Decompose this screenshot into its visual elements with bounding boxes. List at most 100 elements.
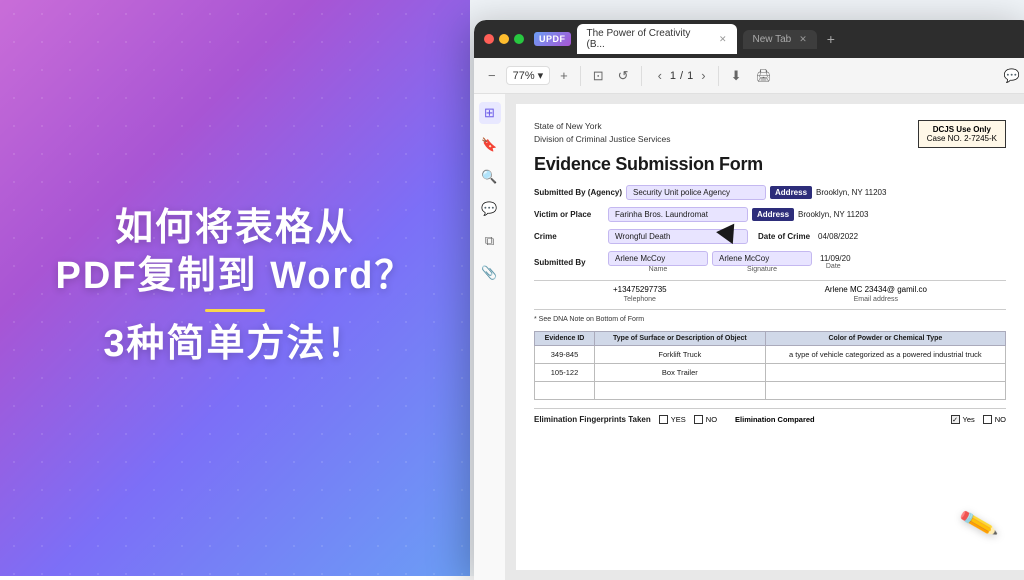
hero-divider: [205, 309, 265, 312]
separator-3: [718, 66, 719, 86]
org-line2: Division of Criminal Justice Services: [534, 133, 671, 146]
prev-page-btn[interactable]: ‹: [654, 66, 666, 85]
signature-value: Arlene McCoy: [712, 251, 812, 266]
form-row-submitted: Submitted By Arlene McCoy Name Arlene Mc…: [534, 251, 1006, 273]
date-submitted: 11/09/20: [820, 254, 851, 263]
page-total: 1: [687, 70, 693, 82]
dot-yellow[interactable]: [499, 34, 509, 44]
date-crime-value: 04/08/2022: [818, 232, 858, 241]
victim-label: Victim or Place: [534, 210, 604, 219]
sidebar-thumbnail-icon[interactable]: ⊞: [479, 102, 501, 124]
contact-row: +13475297735 Telephone Arlene MC 23434@ …: [534, 280, 1006, 310]
browser-tab-active[interactable]: The Power of Creativity (B... ✕: [577, 24, 737, 54]
form-row-victim: Victim or Place Farinha Bros. Laundromat…: [534, 207, 1006, 222]
dot-red[interactable]: [484, 34, 494, 44]
download-btn[interactable]: ⬇: [727, 66, 746, 86]
table-row-1: 349-845 Forklift Truck a type of vehicle…: [535, 346, 1006, 364]
row3-color: [765, 382, 1005, 400]
elim-compared-label: Elimination Compared: [735, 415, 942, 424]
email-group: Arlene MC 23434@ gamil.co Email address: [825, 285, 927, 303]
email-caption: Email address: [854, 296, 898, 303]
table-row-3: [535, 382, 1006, 400]
row2-color: [765, 364, 1005, 382]
address-label-2: Address: [752, 208, 794, 221]
col-header-desc: Type of Surface or Description of Object: [595, 332, 766, 346]
no2-cb[interactable]: [983, 415, 992, 424]
comment-btn[interactable]: 💬: [1000, 66, 1024, 86]
yes-checkbox: YES: [659, 415, 686, 424]
hero-line2: PDF复制到 Word？: [56, 252, 415, 301]
browser-window: UPDF The Power of Creativity (B... ✕ New…: [474, 20, 1024, 580]
zoom-out-btn[interactable]: −: [484, 66, 500, 85]
email-value: Arlene MC 23434@ gamil.co: [825, 285, 927, 294]
hero-line3: 3种简单方法！: [56, 320, 415, 369]
rotate-btn[interactable]: ↺: [614, 66, 633, 86]
name-group: Arlene McCoy Name: [608, 251, 708, 273]
zoom-control[interactable]: 77% ▾: [506, 66, 551, 85]
row2-desc: Box Trailer: [595, 364, 766, 382]
yes2-label: Yes: [963, 415, 975, 424]
updf-logo: UPDF: [534, 32, 571, 46]
separator-2: [641, 66, 642, 86]
browser-chrome: UPDF The Power of Creativity (B... ✕ New…: [474, 20, 1024, 58]
content-area: ⊞ 🔖 🔍 💬 ⧉ 📎 State of New York Div: [474, 94, 1024, 580]
form-row-agency: Submitted By (Agency) Security Unit poli…: [534, 185, 1006, 200]
date-crime-label: Date of Crime: [758, 232, 810, 241]
yes-label: YES: [671, 415, 686, 424]
row1-color: a type of vehicle categorized as a power…: [765, 346, 1005, 364]
browser-toolbar: − 77% ▾ + ⊡ ↺ ‹ 1 / 1 › ⬇ �: [474, 58, 1024, 94]
address-label-1: Address: [770, 186, 812, 199]
sidebar-bookmark-icon[interactable]: 🔖: [479, 134, 501, 156]
sidebar-search-icon[interactable]: 🔍: [479, 166, 501, 188]
dcjs-box: DCJS Use Only Case NO. 2-7245-K: [918, 120, 1006, 148]
no-label: NO: [706, 415, 717, 424]
name-value: Arlene McCoy: [608, 251, 708, 266]
pdf-content: State of New York Division of Criminal J…: [506, 94, 1024, 580]
date-caption: Date: [826, 263, 841, 270]
print-btn[interactable]: 🖨: [751, 66, 776, 86]
sidebar-layers-icon[interactable]: ⧉: [479, 230, 501, 252]
pdf-form-title: Evidence Submission Form: [534, 154, 1006, 175]
fit-page-btn[interactable]: ⊡: [589, 66, 608, 86]
signature-group: Arlene McCoy Signature: [712, 251, 812, 273]
no2-label: NO: [995, 415, 1006, 424]
tab-new-close-icon[interactable]: ✕: [799, 34, 807, 45]
yes-cb[interactable]: [659, 415, 668, 424]
no-cb[interactable]: [694, 415, 703, 424]
next-page-btn[interactable]: ›: [697, 66, 709, 85]
row3-desc: [595, 382, 766, 400]
pdf-header: State of New York Division of Criminal J…: [534, 120, 1006, 148]
tab-active-label: The Power of Creativity (B...: [587, 28, 711, 50]
address-value-2: Brooklyn, NY 11203: [798, 210, 868, 219]
page-control: ‹ 1 / 1 ›: [654, 66, 710, 85]
dcjs-title: DCJS Use Only: [927, 125, 997, 134]
browser-dots: [484, 34, 524, 44]
tab-close-icon[interactable]: ✕: [719, 34, 727, 45]
col-header-color: Color of Powder or Chemical Type: [765, 332, 1005, 346]
sidebar-attachments-icon[interactable]: 📎: [479, 262, 501, 284]
page-sep: /: [680, 70, 683, 82]
left-panel: 如何将表格从 PDF复制到 Word？ 3种简单方法！: [0, 0, 470, 576]
org-line1: State of New York: [534, 120, 671, 133]
agency-value: Security Unit police Agency: [626, 185, 766, 200]
hero-text: 如何将表格从 PDF复制到 Word？ 3种简单方法！: [36, 186, 435, 389]
case-no: Case NO. 2-7245-K: [927, 134, 997, 143]
zoom-value: 77%: [513, 70, 535, 82]
dot-green[interactable]: [514, 34, 524, 44]
zoom-in-btn[interactable]: +: [556, 66, 572, 85]
row3-id: [535, 382, 595, 400]
pencil-icon: ✏️: [957, 503, 999, 544]
no-checkbox: NO: [694, 415, 717, 424]
no2-checkbox: NO: [983, 415, 1006, 424]
fingerprints-label: Elimination Fingerprints Taken: [534, 415, 651, 424]
yes2-cb[interactable]: ✓: [951, 415, 960, 424]
cursor-arrow: [716, 224, 742, 249]
tab-add-icon[interactable]: +: [827, 31, 835, 47]
date-group: 11/09/20 Date: [816, 254, 851, 270]
sidebar-comments-icon[interactable]: 💬: [479, 198, 501, 220]
evidence-table: Evidence ID Type of Surface or Descripti…: [534, 331, 1006, 400]
browser-tab-inactive[interactable]: New Tab ✕: [743, 30, 817, 49]
agency-label: Submitted By (Agency): [534, 188, 622, 197]
signature-caption: Signature: [747, 266, 777, 273]
pdf-page: State of New York Division of Criminal J…: [516, 104, 1024, 570]
